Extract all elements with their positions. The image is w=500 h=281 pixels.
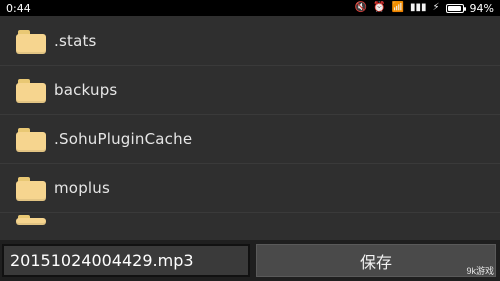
folder-name: backups [54, 81, 118, 99]
list-item[interactable]: .SohuPluginCache [0, 115, 500, 164]
folder-name: .SohuPluginCache [54, 130, 193, 148]
folder-icon [16, 77, 46, 103]
folder-icon [16, 215, 46, 225]
list-item[interactable]: moplus [0, 164, 500, 213]
file-list: .stats backups .SohuPluginCache moplus [0, 16, 500, 240]
bottom-bar: 20151024004429.mp3 保存 [0, 240, 500, 281]
save-button[interactable]: 保存 [256, 244, 496, 277]
filename-input[interactable]: 20151024004429.mp3 [2, 244, 250, 277]
list-item[interactable]: backups [0, 66, 500, 115]
list-item-partial[interactable] [0, 213, 500, 238]
status-bar: 0:44 🔇 ⏰ 📶 ▮▮▮ ⚡ 94% [0, 0, 500, 16]
status-time: 0:44 [6, 1, 31, 15]
watermark: 9k游戏 [466, 266, 494, 276]
save-label: 保存 [359, 252, 392, 272]
signal-icon: ▮▮▮ [410, 2, 427, 13]
folder-icon [16, 28, 46, 54]
battery-icon [445, 3, 466, 13]
folder-icon [16, 175, 46, 201]
filename-value: 20151024004429.mp3 [10, 251, 194, 270]
battery-percent: 94% [469, 1, 494, 15]
mute-icon: 🔇 [354, 2, 368, 13]
alarm-icon: ⏰ [373, 2, 386, 13]
folder-icon [16, 126, 46, 152]
wifi-icon: 📶 [391, 2, 404, 13]
list-item[interactable]: .stats [0, 16, 500, 66]
folder-name: .stats [54, 31, 97, 50]
folder-name: moplus [54, 179, 110, 197]
charging-icon: ⚡ [432, 2, 440, 13]
